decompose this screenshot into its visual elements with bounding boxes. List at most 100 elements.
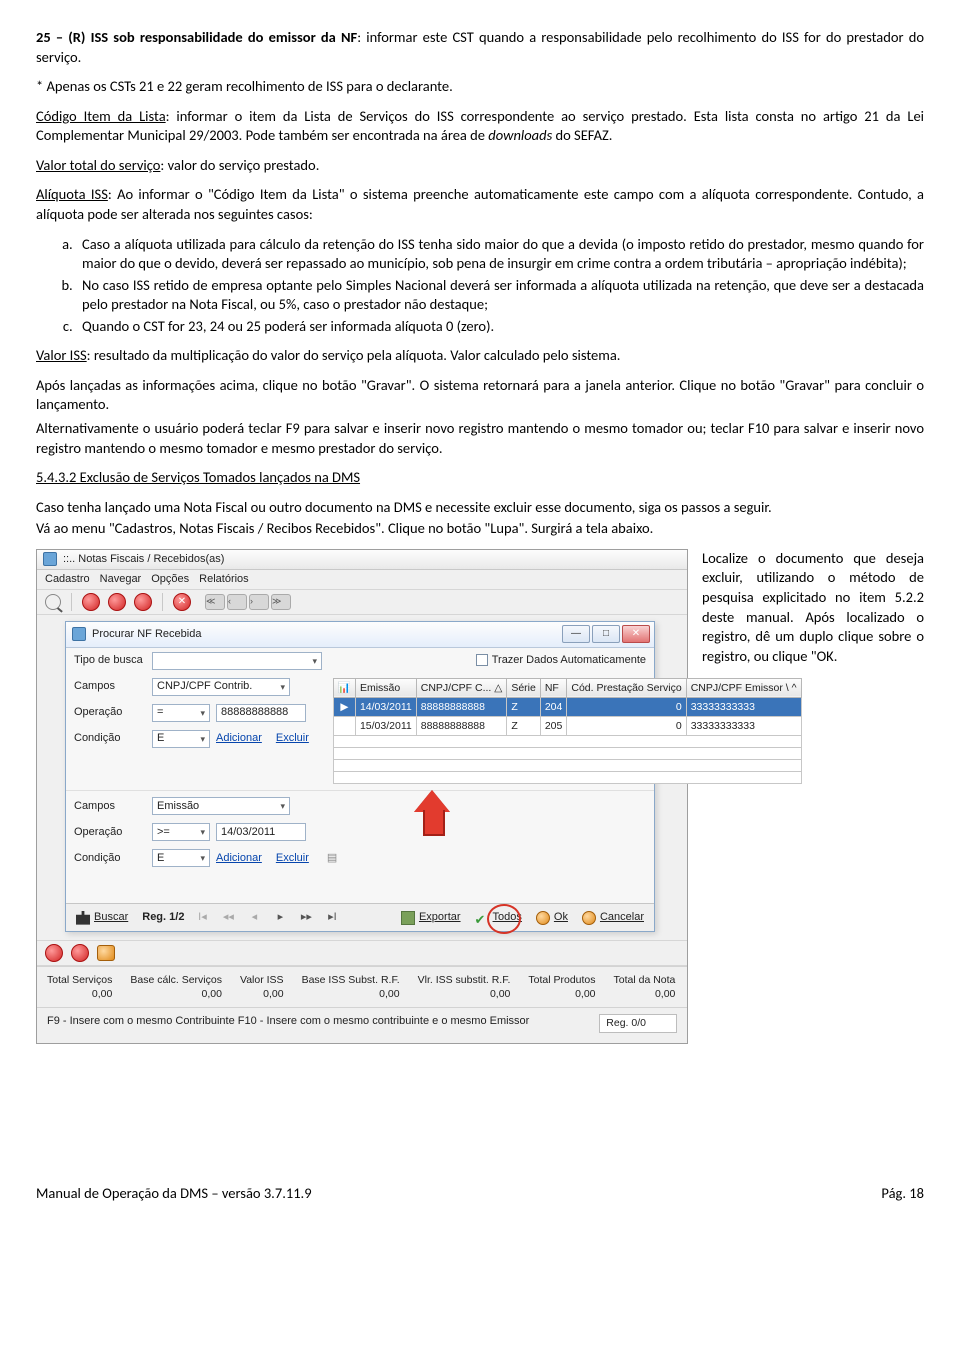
nav-prev-icon[interactable]: ‹ xyxy=(227,594,247,610)
ok-label: Ok xyxy=(554,910,568,925)
f2-op-value: >= xyxy=(157,825,170,840)
adicionar-link[interactable]: Adicionar xyxy=(216,851,262,866)
valor-total-label: Valor total do serviço xyxy=(36,156,160,174)
operacao-label: Operação xyxy=(74,825,146,840)
cell-serie: Z xyxy=(507,717,541,736)
chevron-down-icon: ▾ xyxy=(200,852,205,864)
tot-value: 0,00 xyxy=(302,987,400,1001)
operacao-label: Operação xyxy=(74,705,146,720)
lower-folder-icon[interactable] xyxy=(97,945,115,961)
side-text: Localize o documento que deseja excluir,… xyxy=(702,549,924,1044)
f2-op-input[interactable]: >=▾ xyxy=(152,823,210,841)
separator xyxy=(71,593,72,611)
tipo-busca-input[interactable]: ▾ xyxy=(152,652,322,670)
tot-label: Total Serviços xyxy=(47,973,112,987)
section-p2: Vá ao menu "Cadastros, Notas Fiscais / R… xyxy=(36,519,924,539)
auto-checkbox-wrap[interactable]: Trazer Dados Automaticamente xyxy=(476,653,646,668)
grid-header-cpf[interactable]: CNPJ/CPF C... △ xyxy=(416,678,507,697)
auto-checkbox-label: Trazer Dados Automaticamente xyxy=(492,654,646,666)
cancelar-label: Cancelar xyxy=(600,910,644,925)
grid-header-cod[interactable]: Cód. Prestação Serviço xyxy=(567,678,686,697)
f1-op-input[interactable]: =▾ xyxy=(152,704,210,722)
nav-next-icon[interactable]: › xyxy=(249,594,269,610)
cst25-label: 25 – (R) ISS sob responsabilidade do emi… xyxy=(36,28,357,46)
reg-count: Reg. 1/2 xyxy=(142,910,184,925)
tot-label: Total Produtos xyxy=(528,973,595,987)
totals-bar: Total Serviços0,00 Base cálc. Serviços0,… xyxy=(37,966,687,1007)
grid-header-nf[interactable]: NF xyxy=(540,678,567,697)
lower-stop-icon[interactable] xyxy=(45,944,63,962)
para-codigo-item: Código Item da Lista: informar o item da… xyxy=(36,107,924,146)
nav-first-icon[interactable]: ≪ xyxy=(205,594,225,610)
outer-title-text: ::.. Notas Fiscais / Recebidos(as) xyxy=(63,552,224,567)
lower-record-icon[interactable] xyxy=(71,944,89,962)
menu-relatorios[interactable]: Relatórios xyxy=(199,572,249,587)
collapse-icon[interactable]: ▤ xyxy=(327,851,337,866)
cancelar-button[interactable]: Cancelar xyxy=(582,910,644,925)
menu-navegar[interactable]: Navegar xyxy=(100,572,142,587)
grid-header-mark[interactable]: 📊 xyxy=(333,678,355,697)
menu-opcoes[interactable]: Opções xyxy=(151,572,189,587)
f1-cond-input[interactable]: E▾ xyxy=(152,730,210,748)
toolbar-record-icon[interactable] xyxy=(108,593,126,611)
nav-fwd-icon[interactable]: ▸ xyxy=(272,910,288,925)
f2-cond-input[interactable]: E▾ xyxy=(152,849,210,867)
maximize-button[interactable]: □ xyxy=(592,625,620,643)
nav-prev-icon[interactable]: ◂◂ xyxy=(220,910,236,925)
grid-header-emissor-text: CNPJ/CPF Emissor xyxy=(691,682,783,694)
excluir-link[interactable]: Excluir xyxy=(276,851,309,866)
f1-val-input[interactable]: 88888888888 xyxy=(216,704,306,722)
grid-header-serie[interactable]: Série xyxy=(507,678,541,697)
cell-emissor: 33333333333 xyxy=(686,697,801,716)
separator xyxy=(162,593,163,611)
toolbar-close-icon[interactable]: ✕ xyxy=(173,593,191,611)
excluir-link[interactable]: Excluir xyxy=(276,731,309,746)
toolbar-delete-icon[interactable] xyxy=(134,593,152,611)
tot-value: 0,00 xyxy=(130,987,222,1001)
adicionar-link[interactable]: Adicionar xyxy=(216,731,262,746)
aliquota-tail: : Ao informar o "Código Item da Lista" o… xyxy=(36,185,924,223)
search-icon[interactable] xyxy=(45,594,61,610)
tot-label: Total da Nota xyxy=(614,973,676,987)
cell-cpf: 88888888888 xyxy=(416,717,507,736)
row-mark-icon: ▶ xyxy=(333,697,355,716)
grid-header-emissao[interactable]: Emissão xyxy=(355,678,416,697)
para-aliquota: Alíquota ISS: Ao informar o "Código Item… xyxy=(36,185,924,224)
dialog-icon xyxy=(72,627,86,641)
grid-row[interactable]: 15/03/2011 88888888888 Z 205 0 333333333… xyxy=(333,717,801,736)
chevron-down-icon: ▾ xyxy=(280,681,285,693)
cell-emissao: 15/03/2011 xyxy=(355,717,416,736)
f1-condicao-row: Condição E▾ AdicionarExcluir xyxy=(66,726,325,752)
tot-value: 0,00 xyxy=(240,987,284,1001)
buscar-button[interactable]: Buscar xyxy=(76,910,128,925)
ok-button[interactable]: Ok xyxy=(536,910,568,925)
condicao-label: Condição xyxy=(74,851,146,866)
f2-campo-input[interactable]: Emissão▾ xyxy=(152,797,290,815)
cancel-icon xyxy=(582,911,596,925)
tipo-busca-row: Tipo de busca ▾ Trazer Dados Automaticam… xyxy=(66,648,654,674)
f1-campo-input[interactable]: CNPJ/CPF Contrib.▾ xyxy=(152,678,290,696)
menu-cadastro[interactable]: Cadastro xyxy=(45,572,90,587)
nav-back-icon[interactable]: ◂ xyxy=(246,910,262,925)
aliquota-item-c: Quando o CST for 23, 24 ou 25 poderá ser… xyxy=(76,317,924,337)
nav-last-icon[interactable]: ≫ xyxy=(271,594,291,610)
nav-last-icon[interactable]: ▸I xyxy=(324,910,340,925)
nav-next-icon[interactable]: ▸▸ xyxy=(298,910,314,925)
lower-toolbar xyxy=(37,940,687,966)
minimize-button[interactable]: — xyxy=(562,625,590,643)
cell-cod: 0 xyxy=(567,697,686,716)
checkbox-icon xyxy=(476,654,488,666)
footer-right: Pág. 18 xyxy=(881,1184,924,1204)
menubar: Cadastro Navegar Opções Relatórios xyxy=(37,570,687,590)
grid-row[interactable]: ▶ 14/03/2011 88888888888 Z 204 0 3333333… xyxy=(333,697,801,716)
toolbar-stop-icon[interactable] xyxy=(82,593,100,611)
chevron-down-icon: ▾ xyxy=(200,733,205,745)
grid-header-emissor[interactable]: CNPJ/CPF Emissor \ ^ xyxy=(686,678,801,697)
f2-campos-row: Campos Emissão▾ xyxy=(66,793,654,819)
f2-val-input[interactable]: 14/03/2011 xyxy=(216,823,306,841)
exportar-button[interactable]: Exportar xyxy=(401,910,461,925)
tipo-busca-label: Tipo de busca xyxy=(74,653,146,668)
nav-first-icon[interactable]: I◂ xyxy=(194,910,210,925)
para-alt: Alternativamente o usuário poderá teclar… xyxy=(36,419,924,458)
close-button[interactable]: ✕ xyxy=(622,625,650,643)
